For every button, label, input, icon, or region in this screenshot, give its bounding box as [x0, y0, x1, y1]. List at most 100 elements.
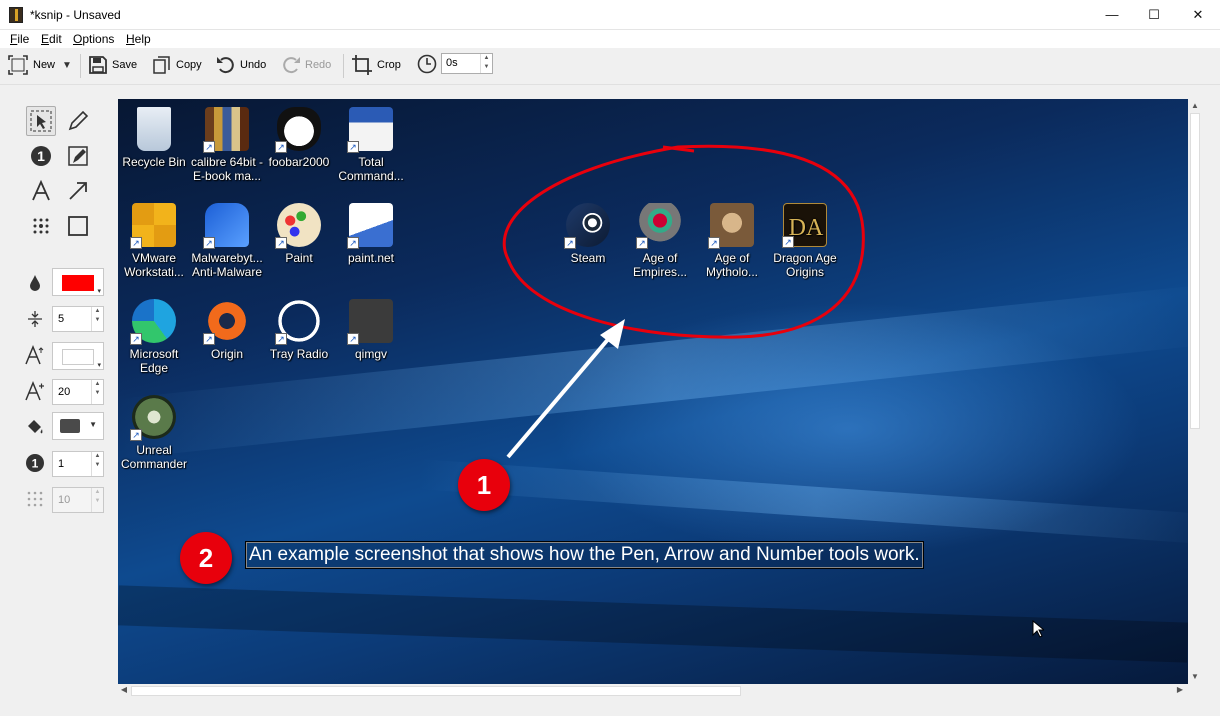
width-spinbox[interactable]: 5 ▲ ▼ [52, 306, 104, 332]
copy-label: Copy [176, 59, 202, 71]
delay-spinbox[interactable]: 0s ▲ ▼ [441, 53, 493, 74]
scroll-down-icon[interactable]: ▼ [1189, 672, 1201, 681]
redo-label: Redo [305, 59, 332, 71]
fill-swatch [60, 419, 80, 433]
menu-edit-mnemonic: E [41, 32, 50, 46]
width-icon [24, 308, 46, 330]
arrow-annotation-line [506, 335, 612, 459]
scroll-left-icon[interactable]: ◀ [118, 685, 130, 694]
mouse-cursor-icon [1032, 620, 1044, 638]
obfuscation-icon [24, 488, 46, 510]
menu-options[interactable]: Options [73, 32, 114, 46]
menu-help-label: elp [134, 32, 151, 46]
spin-arrows-icon[interactable]: ▲ ▼ [91, 380, 103, 404]
spin-arrows-icon[interactable]: ▲ ▼ [91, 452, 103, 476]
title-bar: *ksnip - Unsaved — ☐ ✕ [0, 0, 1220, 30]
save-button[interactable] [88, 55, 108, 78]
tool-panel: 1 ▾ 5 ▲ ▼ ▾ 20 ▲ ▼ ▼ 1 1 ▲ ▼ 10 ▲ ▼ [0, 86, 117, 716]
select-tool-icon [30, 110, 52, 132]
number-start-icon: 1 [24, 452, 46, 474]
number-value: 1 [58, 458, 65, 470]
new-label: New [33, 59, 56, 71]
spin-arrows-icon: ▲ ▼ [91, 488, 103, 512]
menu-help[interactable]: Help [126, 32, 151, 46]
marker-tool-button[interactable] [63, 141, 93, 171]
undo-icon [217, 57, 234, 74]
new-capture-icon [8, 55, 28, 75]
menu-bar: File Edit Options Help [0, 30, 1220, 48]
toolbar-separator [343, 54, 344, 78]
new-dropdown-arrow-icon[interactable]: ▼ [62, 60, 72, 71]
spin-arrows-icon[interactable]: ▲ ▼ [91, 307, 103, 331]
svg-text:1: 1 [32, 457, 39, 471]
vertical-scroll-thumb[interactable] [1190, 113, 1200, 429]
close-icon: ✕ [1192, 7, 1204, 22]
save-label: Save [112, 59, 138, 71]
select-tool-button[interactable] [26, 106, 56, 136]
new-button[interactable] [8, 55, 28, 78]
copy-icon [153, 56, 170, 74]
toolbar-separator [80, 54, 81, 78]
menu-file-label: ile [17, 32, 30, 46]
pen-tool-button[interactable] [63, 106, 93, 136]
arrow-icon [69, 182, 87, 200]
menu-options-label: ptions [82, 32, 115, 46]
text-color-swatch [62, 349, 94, 365]
menu-help-mnemonic: H [126, 32, 135, 46]
marker-icon [68, 146, 88, 166]
annotation-layer [502, 144, 865, 459]
copy-button[interactable] [152, 55, 172, 78]
maximize-icon: ☐ [1148, 7, 1160, 22]
undo-button[interactable] [216, 55, 236, 78]
close-button[interactable]: ✕ [1176, 0, 1220, 30]
number-spinbox[interactable]: 1 ▲ ▼ [52, 451, 104, 477]
screenshot-canvas[interactable]: Recycle Bin ↗ calibre 64bit - E-book ma.… [118, 99, 1188, 684]
menu-edit-label: dit [49, 32, 62, 46]
minimize-icon: — [1105, 7, 1119, 22]
spin-arrows-icon[interactable]: ▲ ▼ [480, 54, 492, 73]
maximize-button[interactable]: ☐ [1132, 0, 1176, 30]
font-size-icon [24, 380, 46, 402]
chevron-down-icon: ▼ [89, 420, 97, 429]
color-drop-icon [24, 272, 46, 294]
menu-file[interactable]: File [10, 32, 29, 46]
color-picker-button[interactable]: ▾ [52, 268, 104, 296]
crop-button[interactable] [352, 55, 372, 78]
scroll-right-icon[interactable]: ▶ [1174, 685, 1186, 694]
arrow-tool-button[interactable] [63, 176, 93, 206]
menu-edit[interactable]: Edit [41, 32, 62, 46]
dropdown-corner-icon: ▾ [97, 288, 101, 295]
number-badge-2[interactable]: 2 [180, 532, 232, 584]
number-badge-1[interactable]: 1 [458, 459, 510, 511]
font-size-spinbox[interactable]: 20 ▲ ▼ [52, 379, 104, 405]
window-title: *ksnip - Unsaved [30, 8, 121, 22]
scroll-up-icon[interactable]: ▲ [1189, 101, 1201, 110]
menu-options-mnemonic: O [73, 32, 83, 46]
fill-type-dropdown[interactable]: ▼ [52, 412, 104, 440]
rectangle-icon [68, 216, 88, 236]
obfuscation-value: 10 [58, 494, 71, 506]
blur-tool-button[interactable] [26, 211, 56, 241]
delay-value: 0s [446, 57, 458, 69]
text-color-button[interactable]: ▾ [52, 342, 104, 370]
crop-label: Crop [377, 59, 401, 71]
color-swatch [62, 275, 94, 291]
number-icon: 1 [31, 146, 51, 166]
redo-button[interactable] [281, 55, 301, 78]
text-annotation[interactable]: An example screenshot that shows how the… [245, 541, 924, 569]
number-tool-button[interactable]: 1 [26, 141, 56, 171]
text-tool-button[interactable] [26, 176, 56, 206]
dropdown-corner-icon: ▾ [97, 362, 101, 369]
pen-icon [68, 110, 89, 131]
svg-text:1: 1 [37, 148, 45, 164]
rect-tool-button[interactable] [63, 211, 93, 241]
ksnip-app-icon [9, 7, 23, 23]
horizontal-scroll-thumb[interactable] [131, 686, 741, 696]
save-icon [89, 56, 107, 74]
crop-icon [352, 55, 372, 75]
delay-clock-icon [417, 54, 437, 77]
text-color-icon [24, 344, 46, 366]
minimize-button[interactable]: — [1090, 0, 1134, 30]
blur-icon [33, 218, 49, 234]
obfuscation-spinbox: 10 ▲ ▼ [52, 487, 104, 513]
